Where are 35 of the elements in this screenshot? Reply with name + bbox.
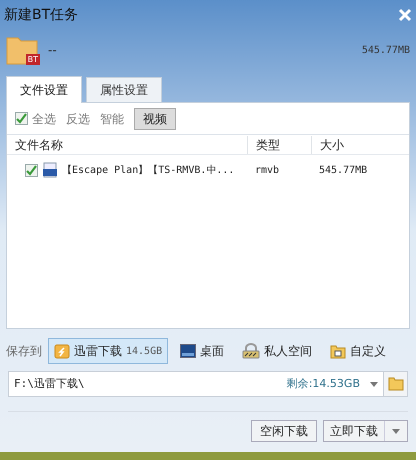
lock-icon bbox=[242, 343, 260, 359]
task-name: -- bbox=[48, 42, 58, 59]
save-location-option[interactable]: 私人空间 bbox=[236, 338, 318, 364]
file-size: 545.77MB bbox=[318, 164, 368, 178]
checkbox[interactable] bbox=[25, 164, 38, 176]
bt-badge: BT bbox=[26, 54, 40, 65]
tab[interactable]: 文件设置 bbox=[6, 76, 82, 103]
dropdown-icon[interactable] bbox=[370, 382, 378, 386]
monitor-icon bbox=[180, 344, 196, 358]
tab[interactable]: 属性设置 bbox=[86, 77, 162, 102]
save-location-option[interactable]: 迅雷下载 14.5GB bbox=[48, 338, 168, 364]
task-size: 545.77MB bbox=[362, 44, 410, 58]
file-name: 【Escape Plan】【TS-RMVB.中... bbox=[62, 164, 234, 178]
download-now-split-button[interactable]: 立即下载 bbox=[323, 420, 408, 442]
filter-link[interactable]: 反选 bbox=[66, 110, 90, 128]
close-icon[interactable] bbox=[398, 8, 412, 22]
free-space-text: 剩余:14.53GB bbox=[286, 376, 360, 392]
video-file-icon bbox=[42, 162, 58, 178]
browse-folder-button[interactable] bbox=[384, 371, 408, 397]
download-now-label[interactable]: 立即下载 bbox=[324, 421, 385, 441]
select-all-label: 全选 bbox=[32, 110, 56, 128]
column-header[interactable]: 大小 bbox=[311, 136, 409, 154]
save-to-label: 保存到 bbox=[6, 343, 42, 360]
caret-icon[interactable] bbox=[392, 428, 400, 434]
window-title: 新建BT任务 bbox=[4, 6, 78, 24]
column-header[interactable]: 类型 bbox=[247, 136, 311, 154]
path-field[interactable]: F:\迅雷下载\ 剩余:14.53GB bbox=[8, 371, 384, 397]
column-header[interactable]: 文件名称 bbox=[7, 136, 247, 154]
save-location-option[interactable]: 桌面 bbox=[174, 338, 230, 364]
checkbox[interactable] bbox=[15, 112, 28, 125]
filter-link[interactable]: 智能 bbox=[100, 110, 124, 128]
idle-download-button[interactable]: 空闲下载 bbox=[251, 420, 317, 442]
save-location-option[interactable]: 自定义 bbox=[324, 338, 392, 364]
file-type: rmvb bbox=[254, 164, 280, 178]
video-filter-button[interactable]: 视频 bbox=[134, 108, 176, 130]
